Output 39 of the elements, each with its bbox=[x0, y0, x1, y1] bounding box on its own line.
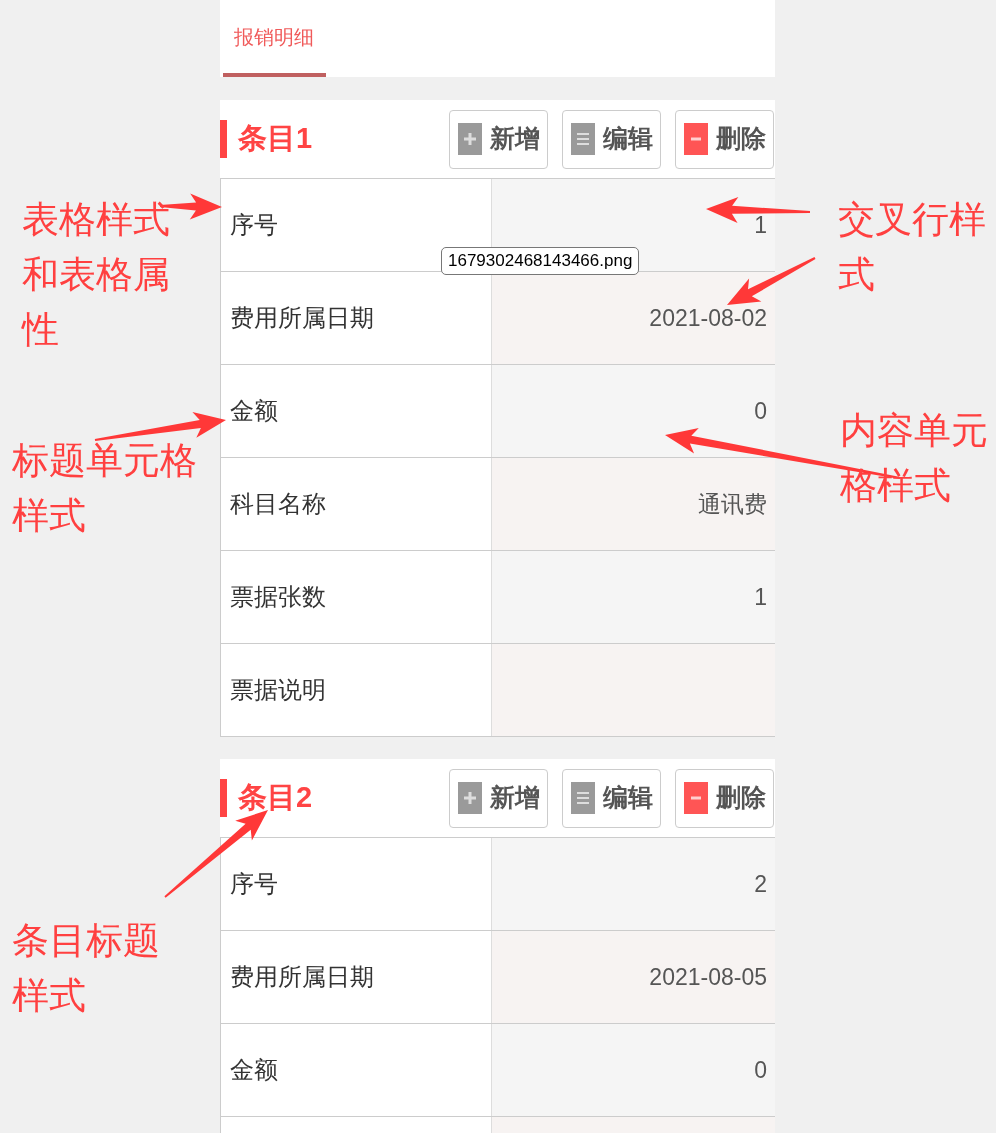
value-cell-text: 2021-08-05 bbox=[649, 962, 767, 992]
label-cell-text: 金额 bbox=[230, 1055, 278, 1085]
label-cell-text: 票据说明 bbox=[230, 675, 326, 705]
title-bar bbox=[220, 779, 227, 817]
minus-icon bbox=[683, 782, 708, 814]
annotation-label: 交叉行样式 bbox=[838, 198, 987, 297]
filename-tooltip: 1679302468143466.png bbox=[441, 247, 640, 275]
label-cell-text: 序号 bbox=[230, 210, 278, 240]
annotation-label: 内容单元格样式 bbox=[840, 409, 989, 508]
add-button[interactable]: 新增 bbox=[449, 109, 548, 169]
label-cell-text: 科目名称 bbox=[230, 489, 326, 519]
value-cell-text: 2 bbox=[754, 869, 767, 899]
item-title: 条目2 bbox=[238, 780, 314, 816]
title-bar bbox=[220, 120, 227, 158]
label-cell-text: 费用所属日期 bbox=[230, 962, 374, 992]
list-icon bbox=[570, 123, 595, 155]
value-cell-text: 1 bbox=[754, 210, 767, 240]
add-button[interactable]: 新增 bbox=[449, 768, 548, 828]
label-cell-text: 序号 bbox=[230, 869, 278, 899]
edit-button[interactable]: 编辑 bbox=[562, 109, 661, 169]
value-cell-text: 0 bbox=[754, 1055, 767, 1085]
plus-icon bbox=[457, 782, 482, 814]
annotation-label: 表格样式和表格属性 bbox=[22, 198, 171, 352]
value-cell-text: 2021-08-02 bbox=[649, 303, 767, 333]
value-cell-text: 1 bbox=[754, 582, 767, 612]
delete-button[interactable]: 删除 bbox=[675, 109, 774, 169]
value-cell-text: 0 bbox=[754, 396, 767, 426]
item-title: 条目1 bbox=[238, 121, 314, 157]
label-cell-text: 金额 bbox=[230, 396, 278, 426]
value-cell-text: 通讯费 bbox=[698, 489, 767, 519]
label-cell-text: 费用所属日期 bbox=[230, 303, 374, 333]
list-icon bbox=[570, 782, 595, 814]
label-cell-text: 票据张数 bbox=[230, 582, 326, 612]
annotation-label: 条目标题样式 bbox=[12, 919, 161, 1018]
delete-button[interactable]: 删除 bbox=[675, 768, 774, 828]
edit-button[interactable]: 编辑 bbox=[562, 768, 661, 828]
plus-icon bbox=[457, 123, 482, 155]
minus-icon bbox=[683, 123, 708, 155]
annotation-label: 标题单元格样式 bbox=[12, 439, 197, 538]
